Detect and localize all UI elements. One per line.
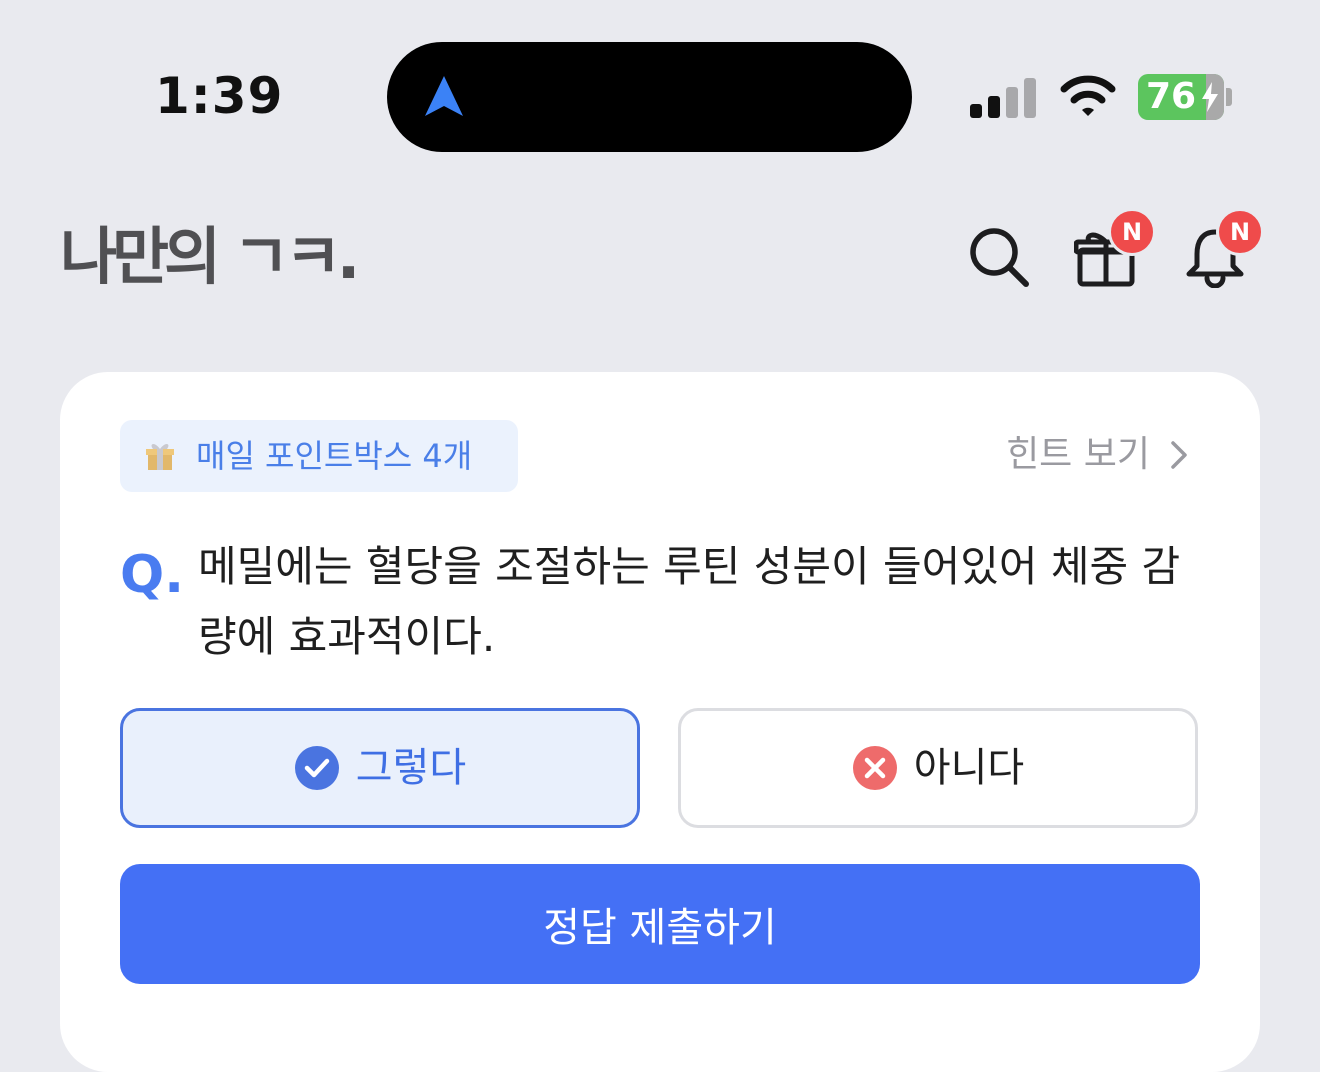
search-icon[interactable]	[968, 226, 1030, 288]
check-circle-icon	[294, 746, 339, 790]
option-no-button[interactable]: 아니다	[678, 708, 1198, 828]
gift-box-emoji-icon	[146, 444, 174, 470]
submit-label: 정답 제출하기	[543, 905, 777, 951]
bell-badge: N	[1216, 208, 1264, 256]
hint-label: 힌트 보기	[1006, 434, 1150, 475]
battery-percent: 76	[1146, 76, 1197, 117]
app-logo[interactable]: 나만의 ㄱㅋ.	[60, 222, 360, 292]
option-yes-button[interactable]: 그렇다	[120, 708, 640, 828]
charging-bolt-icon	[1202, 82, 1218, 112]
question-prefix: Q.	[120, 545, 184, 605]
battery-nub	[1226, 88, 1232, 106]
question-text: 메밀에는 혈당을 조절하는 루틴 성분이 들어있어 체중 감량에 효과적이다.	[198, 542, 1181, 661]
chevron-right-icon	[1171, 441, 1187, 469]
dynamic-island	[387, 42, 912, 152]
option-yes-label: 그렇다	[355, 745, 467, 791]
submit-answer-button[interactable]: 정답 제출하기	[120, 864, 1200, 984]
gift-badge: N	[1108, 208, 1156, 256]
battery-indicator: 76	[1138, 74, 1224, 120]
option-no-label: 아니다	[913, 745, 1025, 791]
daily-point-chip[interactable]: 매일 포인트박스 4개	[120, 420, 518, 492]
signal-icon	[970, 78, 1036, 118]
quiz-card: 매일 포인트박스 4개 힌트 보기 Q. 메밀에는 혈당을 조절하는 루틴 성분…	[60, 372, 1260, 1072]
hint-link[interactable]: 힌트 보기	[1006, 432, 1188, 478]
status-time: 1:39	[155, 67, 284, 125]
navigation-arrow-icon	[425, 76, 463, 116]
wifi-icon	[1060, 75, 1116, 116]
x-circle-icon	[852, 746, 897, 790]
point-chip-label: 매일 포인트박스 4개	[196, 437, 473, 475]
